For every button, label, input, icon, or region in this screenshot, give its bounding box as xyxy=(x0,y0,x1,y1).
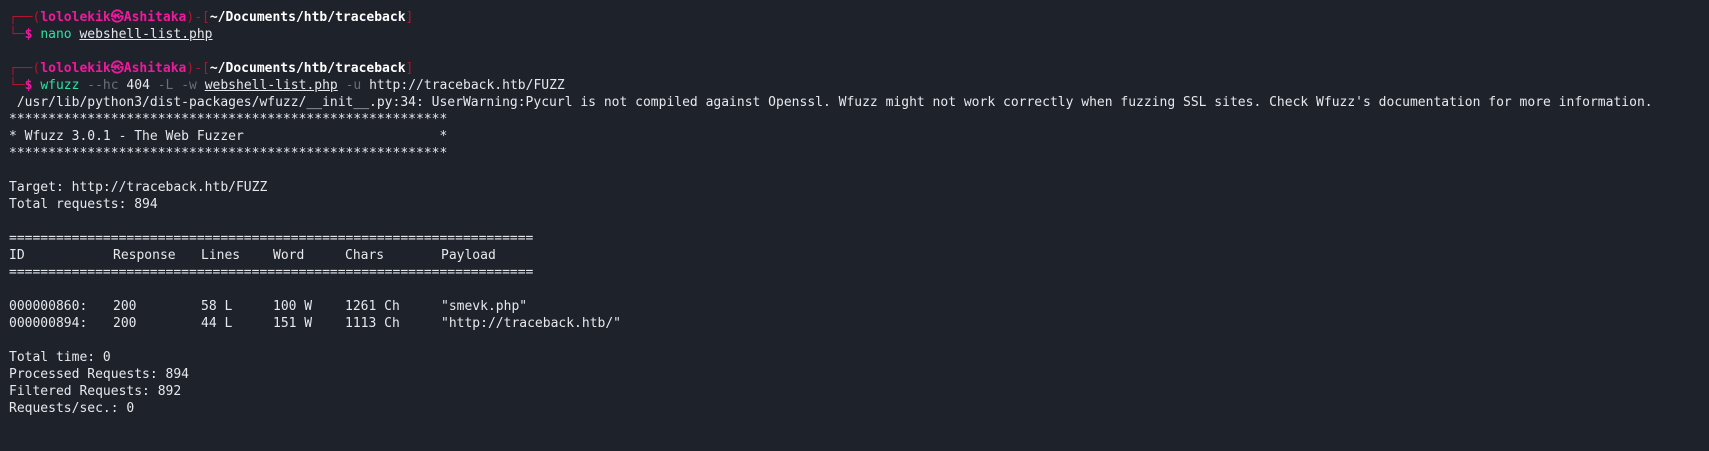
column-header-response: Response xyxy=(113,248,176,263)
column-header-payload: Payload xyxy=(441,248,496,263)
command-name: wfuzz xyxy=(40,78,80,93)
cell-id: 000000860: xyxy=(9,299,88,314)
total-time-line: Total time: 0 xyxy=(9,350,111,365)
column-header-lines: Lines xyxy=(201,248,241,263)
prompt-corner: ┌──( xyxy=(9,61,41,76)
table-separator: ========================================… xyxy=(9,265,534,280)
command-argument: webshell-list.php xyxy=(79,27,213,42)
total-requests-line: Total requests: 894 xyxy=(9,197,158,212)
prompt-path: ~/Documents/htb/traceback xyxy=(209,61,406,76)
column-header-word: Word xyxy=(273,248,305,263)
cell-word: 100 W xyxy=(273,299,313,314)
warning-text: /usr/lib/python3/dist-packages/wfuzz/__i… xyxy=(9,95,1653,110)
target-line: Target: http://traceback.htb/FUZZ xyxy=(9,180,268,195)
table-row: 000000894: 200 44 L 151 W 1113 Ch "http:… xyxy=(9,315,709,332)
prompt-separator: )-[ xyxy=(186,10,210,25)
banner-border: ****************************************… xyxy=(9,112,448,127)
cell-word: 151 W xyxy=(273,316,313,331)
prompt-close: ] xyxy=(405,61,414,76)
cell-lines: 44 L xyxy=(201,316,233,331)
column-header-chars: Chars xyxy=(345,248,385,263)
cell-payload: "smevk.php" xyxy=(441,299,528,314)
banner-border: ****************************************… xyxy=(9,146,448,161)
command-line: └─$ nano webshell-list.php xyxy=(9,26,213,43)
prompt-corner: ┌──( xyxy=(9,10,41,25)
prompt-header: ┌──(lololekik㉿Ashitaka)-[~/Documents/htb… xyxy=(9,60,413,77)
command-line: └─$ wfuzz --hc 404 -L -w webshell-list.p… xyxy=(9,77,565,94)
prompt-close: ] xyxy=(405,10,414,25)
prompt-dollar: $ xyxy=(24,78,33,93)
command-option: --hc xyxy=(87,78,119,93)
table-header: ID Response Lines Word Chars Payload xyxy=(9,247,709,264)
prompt-path: ~/Documents/htb/traceback xyxy=(209,10,406,25)
command-argument: http://traceback.htb/FUZZ xyxy=(369,78,565,93)
requests-per-sec-line: Requests/sec.: 0 xyxy=(9,401,135,416)
command-option: -L xyxy=(157,78,174,93)
table-separator: ========================================… xyxy=(9,231,534,246)
banner-title: * Wfuzz 3.0.1 - The Web Fuzzer * xyxy=(9,129,448,144)
prompt-corner: └─ xyxy=(9,78,25,93)
command-argument: webshell-list.php xyxy=(204,78,338,93)
column-header-id: ID xyxy=(9,248,25,263)
prompt-user: lololekik㉿Ashitaka xyxy=(40,10,187,25)
cell-response: 200 xyxy=(113,316,137,331)
cell-id: 000000894: xyxy=(9,316,88,331)
cell-chars: 1261 Ch xyxy=(345,299,400,314)
cell-chars: 1113 Ch xyxy=(345,316,400,331)
processed-requests-line: Processed Requests: 894 xyxy=(9,367,190,382)
prompt-user: lololekik㉿Ashitaka xyxy=(40,61,187,76)
command-option: -u xyxy=(345,78,362,93)
prompt-corner: └─ xyxy=(9,27,25,42)
table-row: 000000860: 200 58 L 100 W 1261 Ch "smevk… xyxy=(9,298,709,315)
cell-response: 200 xyxy=(113,299,137,314)
prompt-header: ┌──(lololekik㉿Ashitaka)-[~/Documents/htb… xyxy=(9,9,413,26)
command-option: -w xyxy=(181,78,197,93)
prompt-dollar: $ xyxy=(24,27,33,42)
cell-payload: "http://traceback.htb/" xyxy=(441,316,622,331)
cell-lines: 58 L xyxy=(201,299,233,314)
filtered-requests-line: Filtered Requests: 892 xyxy=(9,384,182,399)
prompt-separator: )-[ xyxy=(186,61,210,76)
command-argument: 404 xyxy=(126,78,150,93)
command-name: nano xyxy=(40,27,72,42)
